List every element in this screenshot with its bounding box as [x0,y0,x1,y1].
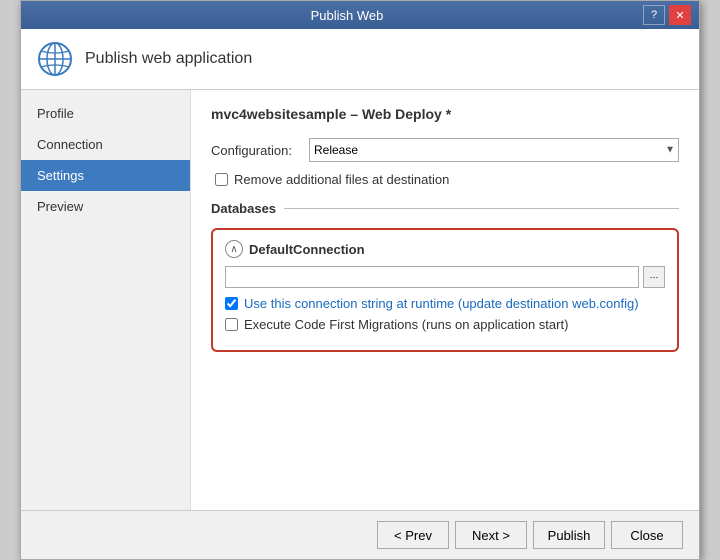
next-button[interactable]: Next > [455,521,527,549]
db-browse-button[interactable]: ⋯ [643,266,665,288]
publish-web-dialog: Publish Web ? ✕ Publish web application … [20,0,700,560]
main-content: mvc4websitesample – Web Deploy * Configu… [191,90,699,510]
code-first-migrations-checkbox[interactable] [225,318,238,331]
use-connection-string-row: Use this connection string at runtime (u… [225,296,665,311]
remove-files-label: Remove additional files at destination [234,172,449,187]
config-label: Configuration: [211,143,301,158]
close-button[interactable]: Close [611,521,683,549]
databases-divider [284,208,679,209]
db-toggle-button[interactable]: ∧ [225,240,243,258]
default-connection-group: ∧ DefaultConnection ⋯ Use this connectio… [211,228,679,352]
deploy-title: mvc4websitesample – Web Deploy * [211,106,679,122]
db-header: ∧ DefaultConnection [225,240,665,258]
databases-section-header: Databases [211,201,679,216]
databases-label: Databases [211,201,276,216]
globe-icon [37,41,73,77]
db-connection-string-input[interactable] [225,266,639,288]
dialog-title: Publish Web [51,8,643,23]
code-first-migrations-label: Execute Code First Migrations (runs on a… [244,317,568,332]
prev-button[interactable]: < Prev [377,521,449,549]
config-row: Configuration: Release ▼ [211,138,679,162]
close-title-button[interactable]: ✕ [669,5,691,25]
title-bar: Publish Web ? ✕ [21,1,699,29]
header-title: Publish web application [85,50,252,68]
db-browse-icon: ⋯ [650,272,659,283]
db-input-row: ⋯ [225,266,665,288]
sidebar-item-preview[interactable]: Preview [21,191,190,222]
remove-files-row: Remove additional files at destination [215,172,679,187]
sidebar-item-profile[interactable]: Profile [21,98,190,129]
dialog-footer: < Prev Next > Publish Close [21,510,699,559]
use-connection-string-checkbox[interactable] [225,297,238,310]
config-select[interactable]: Release [309,138,679,162]
content-area: Profile Connection Settings Preview mvc4… [21,90,699,510]
remove-files-checkbox[interactable] [215,173,228,186]
title-bar-controls: ? ✕ [643,5,691,25]
help-button[interactable]: ? [643,5,665,25]
config-select-wrapper: Release ▼ [309,138,679,162]
use-connection-string-label: Use this connection string at runtime (u… [244,296,639,311]
publish-button[interactable]: Publish [533,521,605,549]
dialog-header: Publish web application [21,29,699,90]
code-first-migrations-row: Execute Code First Migrations (runs on a… [225,317,665,332]
sidebar-item-connection[interactable]: Connection [21,129,190,160]
db-connection-name: DefaultConnection [249,242,365,257]
sidebar: Profile Connection Settings Preview [21,90,191,510]
sidebar-item-settings[interactable]: Settings [21,160,190,191]
db-toggle-icon: ∧ [230,244,237,255]
